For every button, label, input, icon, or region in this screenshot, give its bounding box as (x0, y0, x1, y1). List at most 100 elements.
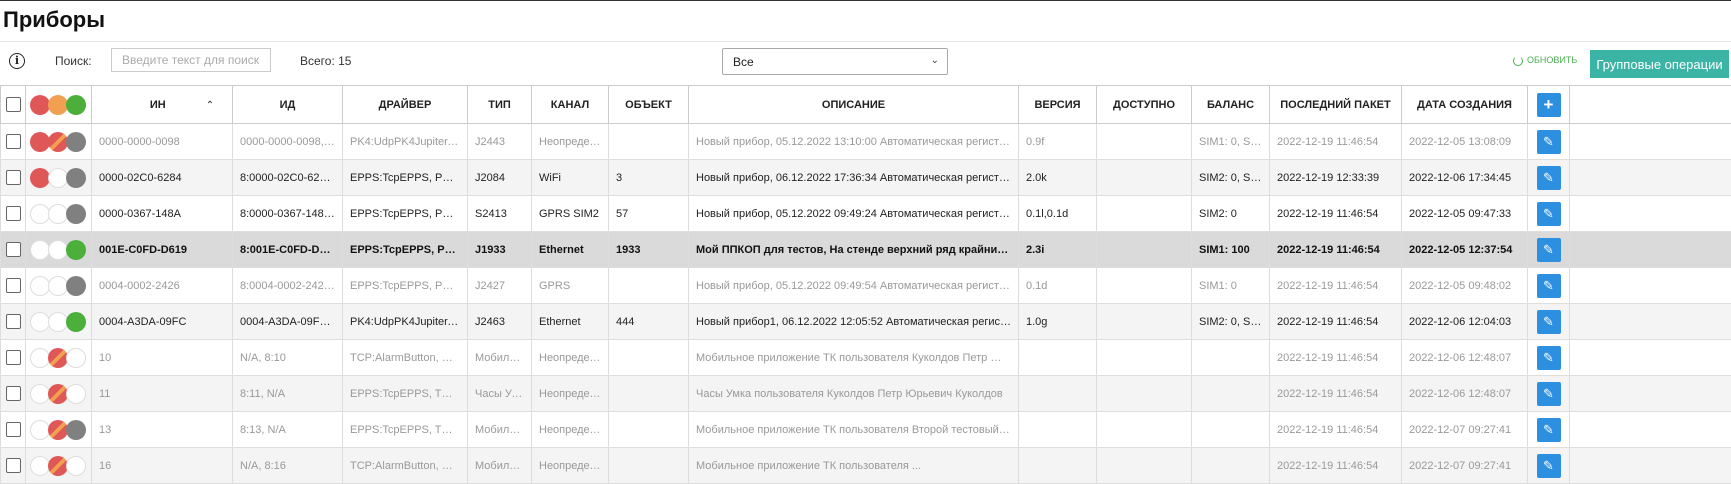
status-white-dot-icon (66, 348, 86, 368)
edit-icon[interactable]: ✎ (1537, 238, 1561, 262)
row-checkbox[interactable] (1, 304, 26, 340)
table-row[interactable]: 10N/A, 8:10TCP:AlarmButton, EPPS:...Моби… (1, 340, 1731, 376)
cell-version: 2.3i (1019, 232, 1097, 268)
cell-serial: 0004-0002-2426 (92, 268, 233, 304)
table-row[interactable]: 0004-A3DA-09FC0004-A3DA-09FC, 8:...PK4:U… (1, 304, 1731, 340)
row-checkbox[interactable] (1, 412, 26, 448)
edit-icon[interactable]: ✎ (1537, 418, 1561, 442)
status-white-dot-icon (48, 312, 68, 332)
cell-id: N/A, 8:10 (233, 340, 343, 376)
row-status-dots (26, 412, 92, 448)
total-count: Всего: 15 (300, 54, 351, 68)
cell-serial: 16 (92, 448, 233, 484)
cell-version: 0.1l,0.1d (1019, 196, 1097, 232)
group-operations-button[interactable]: Групповые операции (1590, 50, 1729, 78)
edit-icon[interactable]: ✎ (1537, 166, 1561, 190)
row-status-dots (26, 232, 92, 268)
table-row[interactable]: 0004-0002-24268:0004-0002-2426, 0...EPPS… (1, 268, 1731, 304)
spacer-column (1570, 86, 1731, 124)
cell-id: 8:001E-C0FD-D619, ... (233, 232, 343, 268)
edit-icon[interactable]: ✎ (1537, 454, 1561, 478)
column-header-type[interactable]: Тип (468, 86, 532, 124)
row-checkbox[interactable] (1, 160, 26, 196)
cell-channel: Неопределен (532, 448, 609, 484)
cell-channel: WiFi (532, 160, 609, 196)
select-all-checkbox[interactable] (1, 86, 26, 124)
table-row[interactable]: 0000-0367-148A8:0000-0367-148A, 0...EPPS… (1, 196, 1731, 232)
column-header-created[interactable]: Дата создания (1402, 86, 1528, 124)
cell-balance (1192, 340, 1270, 376)
row-checkbox[interactable] (1, 124, 26, 160)
table-row[interactable]: 0000-02C0-62848:0000-02C0-6284, 0...EPPS… (1, 160, 1731, 196)
cell-available (1097, 124, 1192, 160)
row-checkbox[interactable] (1, 376, 26, 412)
row-checkbox[interactable] (1, 448, 26, 484)
cell-description: Мобильное приложение ТК пользователя Вто… (689, 412, 1019, 448)
row-checkbox[interactable] (1, 340, 26, 376)
refresh-label: обновить (1527, 55, 1577, 65)
edit-icon[interactable]: ✎ (1537, 382, 1561, 406)
row-checkbox[interactable] (1, 232, 26, 268)
table-row[interactable]: 16N/A, 8:16TCP:AlarmButton, EPPS:...Моби… (1, 448, 1731, 484)
column-header-available[interactable]: Доступно (1097, 86, 1192, 124)
cell-description: Новый прибор1, 06.12.2022 12:05:52 Автом… (689, 304, 1019, 340)
table-row[interactable]: 001E-C0FD-D6198:001E-C0FD-D619, ...EPPS:… (1, 232, 1731, 268)
status-mixed-dot-icon (48, 348, 68, 368)
status-mixed-dot-icon (48, 132, 68, 152)
filter-select[interactable]: Все ⌄ (722, 48, 948, 75)
status-green-dot-icon (66, 95, 86, 115)
sort-asc-icon[interactable]: ⌃ (206, 100, 214, 111)
column-header-version[interactable]: Версия (1019, 86, 1097, 124)
table-row[interactable]: 118:11, N/AEPPS:TcpEPPS, TCP:Um...Часы У… (1, 376, 1731, 412)
edit-icon[interactable]: ✎ (1537, 274, 1561, 298)
add-device-button[interactable]: + (1537, 93, 1561, 117)
status-white-dot-icon (30, 276, 50, 296)
spacer-cell (1570, 124, 1731, 160)
cell-type: J2463 (468, 304, 532, 340)
cell-balance: SIM1: 0 (1192, 268, 1270, 304)
refresh-icon (1513, 56, 1523, 66)
cell-driver: TCP:AlarmButton, EPPS:... (343, 448, 468, 484)
cell-object: 1933 (609, 232, 689, 268)
column-header-id[interactable]: ИД (233, 86, 343, 124)
column-header-in[interactable]: ИН⌃ (92, 86, 233, 124)
cell-type: S2413 (468, 196, 532, 232)
status-mixed-dot-icon (48, 384, 68, 404)
edit-icon[interactable]: ✎ (1537, 310, 1561, 334)
row-actions: ✎ (1528, 124, 1570, 160)
cell-driver: EPPS:TcpEPPS, PK4:Udp... (343, 160, 468, 196)
table-row[interactable]: 138:13, N/AEPPS:TcpEPPS, TCP:Alar...Моби… (1, 412, 1731, 448)
cell-serial: 0000-02C0-6284 (92, 160, 233, 196)
status-white-dot-icon (30, 420, 50, 440)
spacer-cell (1570, 448, 1731, 484)
cell-version (1019, 412, 1097, 448)
cell-driver: EPPS:TcpEPPS, TCP:Alar... (343, 412, 468, 448)
column-header-object[interactable]: Объект (609, 86, 689, 124)
cell-created: 2022-12-06 12:48:07 (1402, 376, 1528, 412)
cell-description: Новый прибор, 05.12.2022 09:49:24 Автома… (689, 196, 1019, 232)
column-header-channel[interactable]: Канал (532, 86, 609, 124)
column-header-driver[interactable]: Драйвер (343, 86, 468, 124)
cell-type: J2427 (468, 268, 532, 304)
row-actions: ✎ (1528, 268, 1570, 304)
column-header-description[interactable]: Описание (689, 86, 1019, 124)
cell-balance: SIM2: 0, SIM1... (1192, 160, 1270, 196)
row-actions: ✎ (1528, 160, 1570, 196)
edit-icon[interactable]: ✎ (1537, 130, 1561, 154)
refresh-button[interactable]: обновить (1513, 55, 1577, 66)
row-checkbox[interactable] (1, 196, 26, 232)
search-input[interactable] (111, 48, 271, 72)
cell-type: Мобильн... (468, 340, 532, 376)
table-row[interactable]: 0000-0000-00980000-0000-0098, 8:0...PK4:… (1, 124, 1731, 160)
edit-icon[interactable]: ✎ (1537, 202, 1561, 226)
cell-available (1097, 376, 1192, 412)
cell-type: J2084 (468, 160, 532, 196)
cell-object (609, 340, 689, 376)
cell-balance (1192, 412, 1270, 448)
info-icon[interactable]: i (9, 53, 25, 69)
status-white-dot-icon (48, 168, 68, 188)
row-checkbox[interactable] (1, 268, 26, 304)
column-header-balance[interactable]: Баланс (1192, 86, 1270, 124)
column-header-last-packet[interactable]: Последний пакет (1270, 86, 1402, 124)
edit-icon[interactable]: ✎ (1537, 346, 1561, 370)
